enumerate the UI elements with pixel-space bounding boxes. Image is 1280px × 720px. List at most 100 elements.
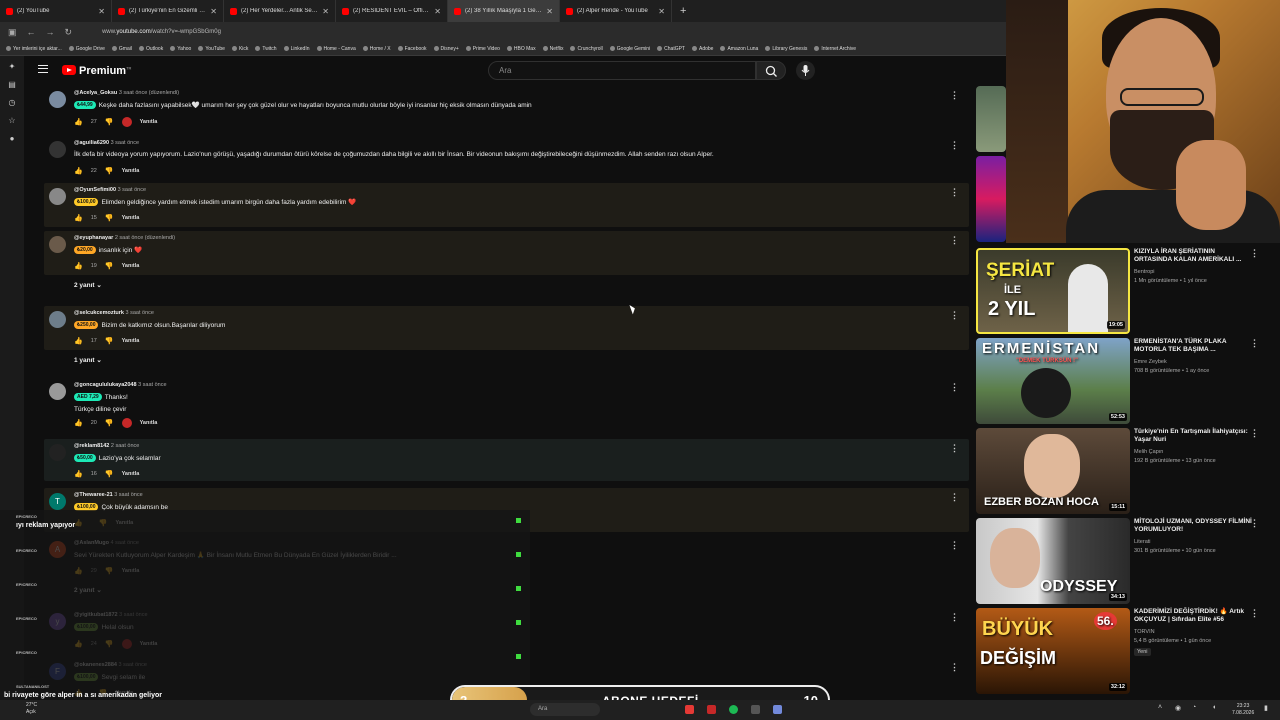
bookmark-item[interactable]: Netflix — [542, 46, 563, 52]
history-icon[interactable]: ◷ — [7, 98, 17, 108]
comment-author[interactable]: @reklam8142 — [74, 443, 109, 449]
reply-button[interactable]: Yanıtla — [122, 168, 140, 174]
search-input[interactable]: Ara — [488, 61, 756, 80]
dislike-icon[interactable]: 👎 — [105, 167, 114, 175]
app-icon[interactable] — [685, 705, 694, 714]
avatar[interactable] — [49, 444, 66, 461]
bookmark-item[interactable]: Yahoo — [170, 46, 191, 52]
bookmark-item[interactable]: Prime Video — [465, 46, 500, 52]
more-options-icon[interactable]: ⋮ — [1250, 518, 1259, 529]
video-title[interactable]: ERMENİSTAN'A TÜRK PLAKA MOTORLA TEK BAŞI… — [1134, 338, 1254, 354]
close-icon[interactable]: ✕ — [546, 7, 553, 16]
more-options-icon[interactable]: ⋮ — [950, 187, 959, 198]
voice-search-button[interactable] — [796, 61, 815, 80]
avatar[interactable] — [49, 236, 66, 253]
more-options-icon[interactable]: ⋮ — [1250, 338, 1259, 349]
channel-name[interactable]: Emre Zeybek — [1134, 359, 1254, 365]
video-thumbnail[interactable]: BÜYÜK DEĞİŞİM 56. 32:12 — [976, 608, 1130, 694]
browser-tab[interactable]: (2) Alper Rende - YouTube ✕ — [560, 0, 672, 22]
more-options-icon[interactable]: ⋮ — [1250, 248, 1259, 259]
bookmark-item[interactable]: HBO Max — [506, 46, 536, 52]
app-icon[interactable] — [751, 705, 760, 714]
video-title[interactable]: MİTOLOJİ UZMANI, ODYSSEY FİLMİNİ YORUMLU… — [1134, 518, 1254, 534]
like-icon[interactable]: 👍 — [74, 470, 83, 478]
video-title[interactable]: KIZIYLA İRAN ŞERİATININ ORTASINDA KALAN … — [1134, 248, 1254, 264]
bookmark-item[interactable]: Home - Canva — [316, 46, 356, 52]
like-icon[interactable]: 👍 — [74, 262, 83, 270]
browser-tab[interactable]: (2) RESIDENT EVIL – Official Tra✕ — [336, 0, 448, 22]
bookmark-item[interactable]: Outlook — [138, 46, 163, 52]
browser-tab[interactable]: (2) Türkiye'nin En Gizemli Olayı ✕ — [112, 0, 224, 22]
avatar[interactable] — [49, 91, 66, 108]
back-icon[interactable]: ← — [27, 27, 36, 37]
like-icon[interactable]: 👍 — [74, 167, 83, 175]
dislike-icon[interactable]: 👎 — [105, 419, 114, 427]
bookmark-item[interactable]: Disney+ — [433, 46, 459, 52]
more-options-icon[interactable]: ⋮ — [950, 612, 959, 623]
comment-author[interactable]: @Thewaree-21 — [74, 492, 113, 498]
more-options-icon[interactable]: ⋮ — [1250, 608, 1259, 619]
like-icon[interactable]: 👍 — [74, 337, 83, 345]
sidebar-toggle-icon[interactable]: ▣ — [8, 27, 17, 38]
dislike-icon[interactable]: 👎 — [105, 118, 114, 126]
channel-name[interactable]: Bentropi — [1134, 269, 1254, 275]
taskbar-search[interactable]: Ara — [530, 703, 600, 716]
bookmark-item[interactable]: Gmail — [111, 46, 132, 52]
video-thumbnail[interactable]: EZBER BOZAN HOCA 15:11 — [976, 428, 1130, 514]
forward-icon[interactable]: → — [46, 27, 55, 37]
bookmark-item[interactable]: Google Gemini — [609, 46, 650, 52]
collections-icon[interactable]: ▤ — [7, 80, 17, 90]
search-button[interactable] — [756, 61, 786, 80]
more-options-icon[interactable]: ⋮ — [950, 310, 959, 321]
bookmark-item[interactable]: Google Drive — [68, 46, 105, 52]
comment-author[interactable]: @Acelya_Goksu — [74, 90, 117, 96]
bookmark-item[interactable]: Library Genesis — [765, 46, 807, 52]
video-thumbnail[interactable]: ODYSSEY 34:13 — [976, 518, 1130, 604]
dislike-icon[interactable]: 👎 — [105, 262, 114, 270]
video-thumbnail[interactable]: ŞERİAT İLE 2 YIL 19:05 — [976, 248, 1130, 334]
copilot-icon[interactable]: ✦ — [7, 62, 17, 72]
dislike-icon[interactable]: 👎 — [105, 470, 114, 478]
comment-author[interactable]: @OyunSefimi00 — [74, 187, 116, 193]
discord-icon[interactable] — [773, 705, 782, 714]
browser-tab[interactable]: (2) YouTube ✕ — [0, 0, 112, 22]
video-thumbnail[interactable]: ERMENİSTAN "DEMEK TÜRKSÜN !" 52:53 — [976, 338, 1130, 424]
favorites-icon[interactable]: ☆ — [7, 116, 17, 126]
youtube-premium-logo[interactable]: PremiumTR — [79, 65, 131, 77]
bookmark-item[interactable]: LinkedIn — [283, 46, 310, 52]
reply-button[interactable]: Yanıtla — [122, 471, 140, 477]
more-options-icon[interactable]: ⋮ — [950, 540, 959, 551]
like-icon[interactable]: 👍 — [74, 419, 83, 427]
tray-chevron-icon[interactable]: ˄ — [1158, 704, 1162, 711]
extension-icon[interactable]: ● — [7, 134, 17, 144]
avatar[interactable] — [49, 188, 66, 205]
translate-link[interactable]: Türkçe diline çevir — [74, 406, 126, 413]
reply-button[interactable]: Yanıtla — [140, 119, 158, 125]
reload-icon[interactable]: ↻ — [65, 27, 73, 38]
video-thumbnail-partial[interactable] — [976, 156, 1006, 242]
avatar[interactable] — [49, 141, 66, 158]
bookmark-item[interactable]: YouTube — [198, 46, 225, 52]
bookmark-item[interactable]: Yer imlerini içe aktar... — [6, 46, 62, 52]
bookmark-item[interactable]: Amazon Luna — [720, 46, 758, 52]
volume-icon[interactable]: ◖ — [1212, 704, 1216, 711]
video-title[interactable]: Türkiye'nin En Tartışmalı İlahiyatçısı: … — [1134, 428, 1254, 444]
like-icon[interactable]: 👍 — [74, 118, 83, 126]
bookmark-item[interactable]: Facebook — [397, 46, 427, 52]
wifi-icon[interactable]: ◔ — [1192, 704, 1196, 711]
more-options-icon[interactable]: ⋮ — [950, 443, 959, 454]
youtube-logo-icon[interactable] — [62, 65, 76, 75]
close-icon[interactable]: ✕ — [434, 7, 441, 16]
taskbar-clock[interactable]: 23:23 7.08.2026 — [1232, 703, 1254, 717]
comment-author[interactable]: @selcukcemozturk — [74, 310, 124, 316]
app-icon[interactable] — [707, 705, 716, 714]
dislike-icon[interactable]: 👎 — [105, 337, 114, 345]
bookmark-item[interactable]: Internet Archive — [814, 46, 856, 52]
video-thumbnail-partial[interactable] — [976, 86, 1006, 152]
network-icon[interactable]: ◉ — [1175, 704, 1181, 712]
more-options-icon[interactable]: ⋮ — [950, 662, 959, 673]
bookmark-item[interactable]: Home / X — [362, 46, 391, 52]
avatar[interactable]: T — [49, 493, 66, 510]
bookmark-item[interactable]: Crunchyroll — [570, 46, 603, 52]
more-options-icon[interactable]: ⋮ — [950, 235, 959, 246]
